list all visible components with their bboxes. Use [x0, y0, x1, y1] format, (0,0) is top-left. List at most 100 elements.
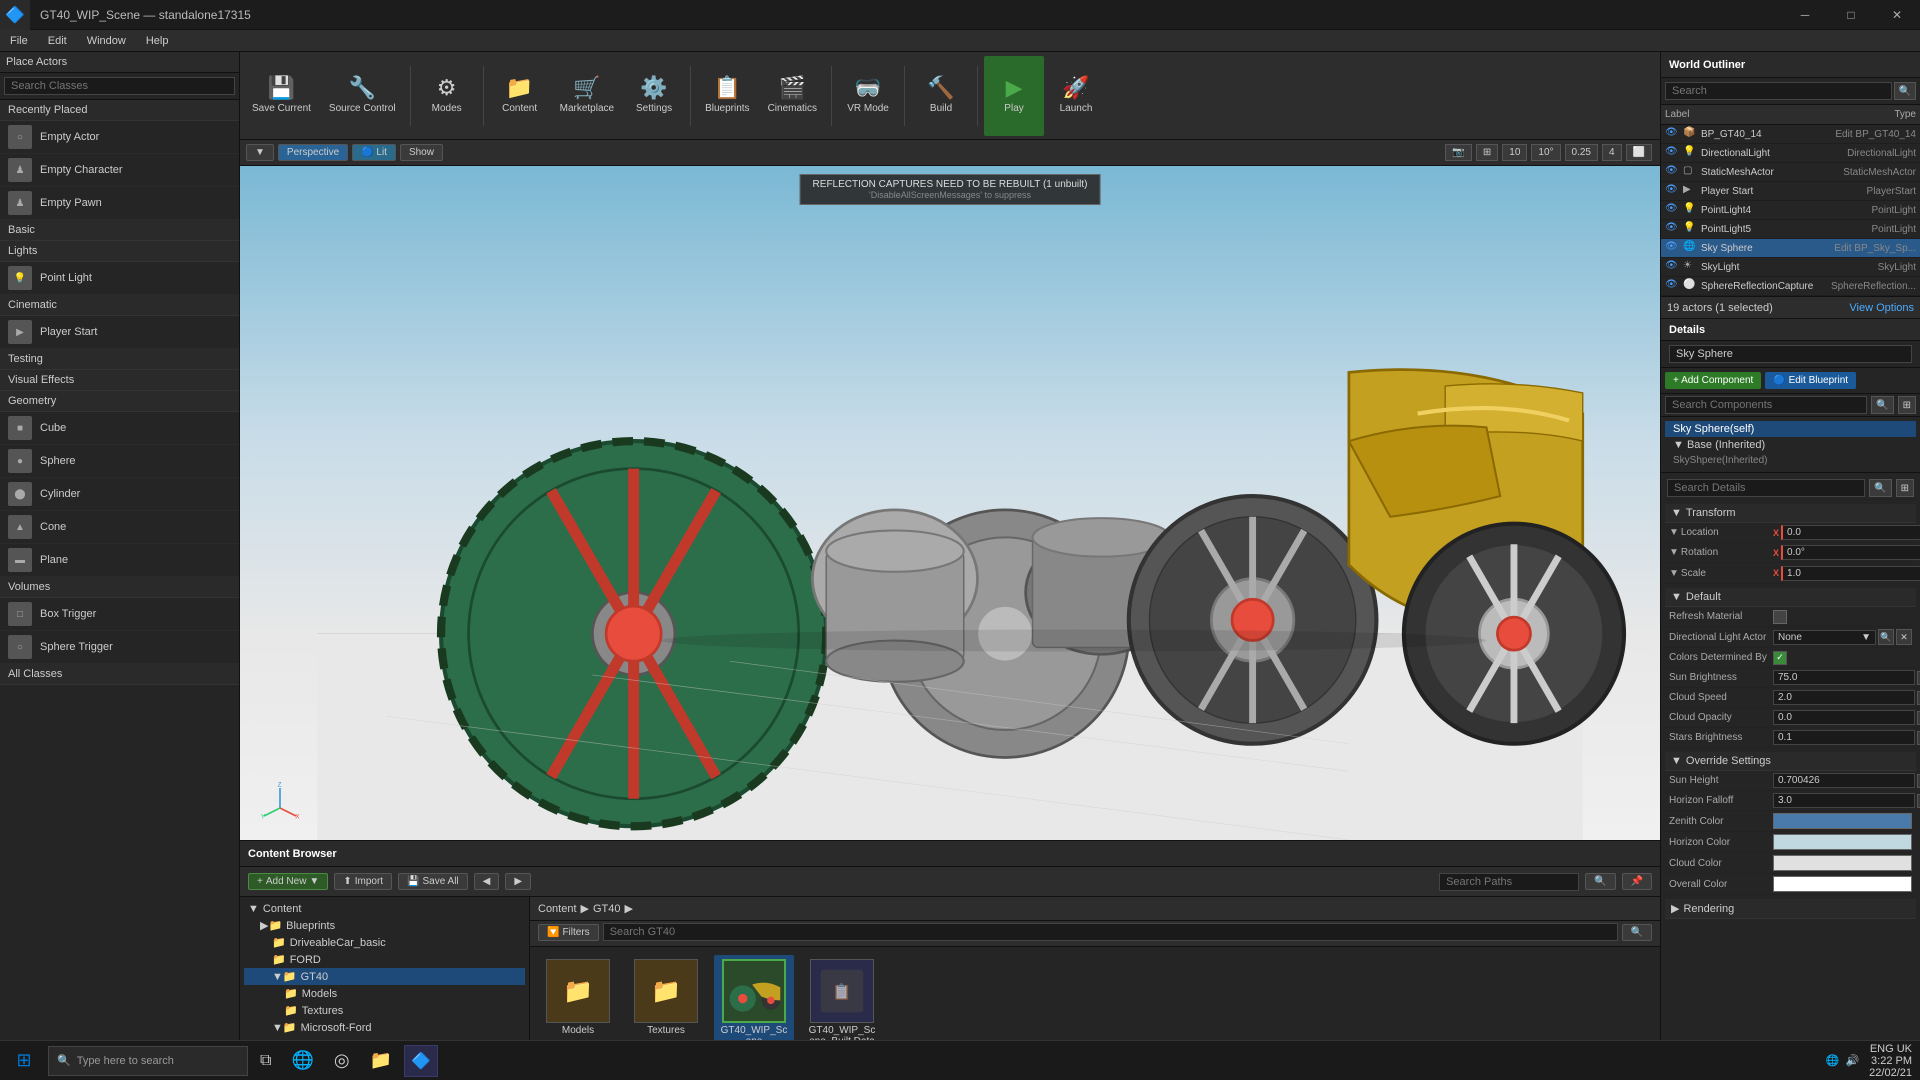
- launch-button[interactable]: 🚀 Launch: [1046, 56, 1106, 136]
- tree-gt40-models[interactable]: 📁 Models: [244, 985, 525, 1002]
- colors-determined-checkbox[interactable]: ✓: [1773, 651, 1787, 665]
- override-settings-header[interactable]: ▼ Override Settings: [1665, 752, 1916, 771]
- asset-textures-folder[interactable]: 📁 Textures: [626, 955, 706, 1040]
- asset-gt40-scene[interactable]: GT40_WIP_Scene: [714, 955, 794, 1051]
- details-search-input[interactable]: [1665, 396, 1867, 414]
- visibility-icon[interactable]: 👁: [1665, 279, 1679, 293]
- edit-blueprint-button[interactable]: 🔵 Edit Blueprint: [1765, 372, 1856, 389]
- content-button[interactable]: 📁 Content: [490, 56, 550, 136]
- actor-box-trigger[interactable]: □ Box Trigger: [0, 598, 239, 631]
- category-all-classes[interactable]: All Classes: [0, 664, 239, 685]
- overall-color-swatch[interactable]: [1773, 876, 1912, 892]
- asset-models-folder[interactable]: 📁 Models: [538, 955, 618, 1040]
- outliner-search-input[interactable]: [1665, 82, 1892, 100]
- lit-btn[interactable]: 🔵 Lit: [352, 144, 396, 161]
- actor-plane[interactable]: ▬ Plane: [0, 544, 239, 577]
- marketplace-button[interactable]: 🛒 Marketplace: [552, 56, 622, 136]
- viewport-canvas[interactable]: REFLECTION CAPTURES NEED TO BE REBUILT (…: [240, 166, 1660, 840]
- comp-search-btn[interactable]: 🔍: [1871, 396, 1893, 414]
- clock-date[interactable]: ENG UK 3:22 PM 22/02/21: [1865, 1043, 1916, 1079]
- filter-button[interactable]: 🔽 Filters: [538, 924, 599, 941]
- comp-base-inherited[interactable]: ▼ Base (Inherited): [1665, 437, 1916, 453]
- browse-light-btn[interactable]: 🔍: [1878, 629, 1894, 645]
- category-testing[interactable]: Testing: [0, 349, 239, 370]
- settings-button[interactable]: ⚙️ Settings: [624, 56, 684, 136]
- outliner-search-btn[interactable]: 🔍: [1894, 82, 1916, 100]
- actor-sphere-trigger[interactable]: ○ Sphere Trigger: [0, 631, 239, 664]
- unreal-taskbar-btn[interactable]: 🔷: [404, 1045, 438, 1077]
- asset-gt40-built-data[interactable]: 📋 GT40_WIP_Scene_Built Data: [802, 955, 882, 1051]
- actor-sphere[interactable]: ● Sphere: [0, 445, 239, 478]
- blueprints-button[interactable]: 📋 Blueprints: [697, 56, 757, 136]
- outliner-skylight[interactable]: 👁 ☀ SkyLight SkyLight: [1661, 258, 1920, 277]
- menu-edit[interactable]: Edit: [38, 30, 77, 51]
- visibility-icon[interactable]: 👁: [1665, 260, 1679, 274]
- tree-blueprints[interactable]: ▶📁 Blueprints: [244, 917, 525, 934]
- actor-empty-character[interactable]: ♟ Empty Character: [0, 154, 239, 187]
- show-btn[interactable]: Show: [400, 144, 443, 161]
- category-volumes[interactable]: Volumes: [0, 577, 239, 598]
- actor-player-start[interactable]: ▶ Player Start: [0, 316, 239, 349]
- volume-icon[interactable]: 🔊: [1845, 1054, 1859, 1067]
- actor-empty-actor[interactable]: ○ Empty Actor: [0, 121, 239, 154]
- category-cinematic[interactable]: Cinematic: [0, 295, 239, 316]
- import-button[interactable]: ⬆ Import: [334, 873, 392, 890]
- viewport-dropdown-btn[interactable]: ▼: [246, 144, 274, 161]
- transform-header[interactable]: ▼ Transform: [1665, 504, 1916, 523]
- scale-btn[interactable]: 0.25: [1565, 144, 1598, 161]
- cloud-opacity-input[interactable]: [1773, 710, 1915, 725]
- outliner-sphere-reflection[interactable]: 👁 ⚪ SphereReflectionCapture SphereReflec…: [1661, 277, 1920, 296]
- source-control-button[interactable]: 🔧 Source Control: [321, 56, 404, 136]
- location-x-input[interactable]: [1781, 525, 1920, 540]
- zenith-color-swatch[interactable]: [1773, 813, 1912, 829]
- category-recently-placed[interactable]: Recently Placed: [0, 100, 239, 121]
- grid-size-btn[interactable]: 10: [1502, 144, 1527, 161]
- tree-ford[interactable]: 📁 FORD: [244, 951, 525, 968]
- close-button[interactable]: ✕: [1874, 0, 1920, 30]
- outliner-pointlight4[interactable]: 👁 💡 PointLight4 PointLight: [1661, 201, 1920, 220]
- fov-btn[interactable]: 4: [1602, 144, 1622, 161]
- perspective-btn[interactable]: Perspective: [278, 144, 348, 161]
- visibility-icon[interactable]: 👁: [1665, 222, 1679, 236]
- network-icon[interactable]: 🌐: [1826, 1054, 1840, 1067]
- visibility-icon[interactable]: 👁: [1665, 241, 1679, 255]
- task-view-btn[interactable]: ⧉: [252, 1045, 279, 1077]
- category-geometry[interactable]: Geometry: [0, 391, 239, 412]
- cloud-color-swatch[interactable]: [1773, 855, 1912, 871]
- horizon-color-swatch[interactable]: [1773, 834, 1912, 850]
- grid-snap-btn[interactable]: ⊞: [1476, 144, 1498, 161]
- search-details-btn[interactable]: 🔍: [1869, 479, 1891, 497]
- category-basic[interactable]: Basic: [0, 220, 239, 241]
- menu-window[interactable]: Window: [77, 30, 136, 51]
- path-content[interactable]: Content: [538, 903, 577, 915]
- outliner-bp-gt40-14[interactable]: 👁 📦 BP_GT40_14 Edit BP_GT40_14: [1661, 125, 1920, 144]
- cloud-speed-input[interactable]: [1773, 690, 1915, 705]
- actor-cube[interactable]: ■ Cube: [0, 412, 239, 445]
- actor-empty-pawn[interactable]: ♟ Empty Pawn: [0, 187, 239, 220]
- stars-brightness-input[interactable]: [1773, 730, 1915, 745]
- scale-x-input[interactable]: [1781, 566, 1920, 581]
- outliner-pointlight5[interactable]: 👁 💡 PointLight5 PointLight: [1661, 220, 1920, 239]
- menu-help[interactable]: Help: [136, 30, 179, 51]
- chrome-taskbar-btn[interactable]: ◎: [326, 1045, 358, 1077]
- maximize-button[interactable]: □: [1828, 0, 1874, 30]
- angle-btn[interactable]: 10°: [1531, 144, 1560, 161]
- history-forward-button[interactable]: ▶: [505, 873, 531, 890]
- actor-search-input[interactable]: [4, 77, 235, 95]
- search-details-input[interactable]: [1667, 479, 1865, 497]
- visibility-icon[interactable]: 👁: [1665, 146, 1679, 160]
- sun-brightness-input[interactable]: [1773, 670, 1915, 685]
- maximize-viewport-btn[interactable]: ⬜: [1626, 144, 1652, 161]
- details-object-input[interactable]: [1669, 345, 1912, 363]
- rotation-x-input[interactable]: [1781, 545, 1920, 560]
- build-button[interactable]: 🔨 Build: [911, 56, 971, 136]
- explorer-taskbar-btn[interactable]: 📁: [362, 1045, 400, 1077]
- comp-sky-sphere[interactable]: Sky Sphere(self): [1665, 421, 1916, 437]
- search-taskbar-btn[interactable]: 🔍 Type here to search: [48, 1046, 248, 1076]
- outliner-player-start[interactable]: 👁 ▶ Player Start PlayerStart: [1661, 182, 1920, 201]
- category-lights[interactable]: Lights: [0, 241, 239, 262]
- default-header[interactable]: ▼ Default: [1665, 588, 1916, 607]
- menu-file[interactable]: File: [0, 30, 38, 51]
- actor-cone[interactable]: ▲ Cone: [0, 511, 239, 544]
- vr-mode-button[interactable]: 🥽 VR Mode: [838, 56, 898, 136]
